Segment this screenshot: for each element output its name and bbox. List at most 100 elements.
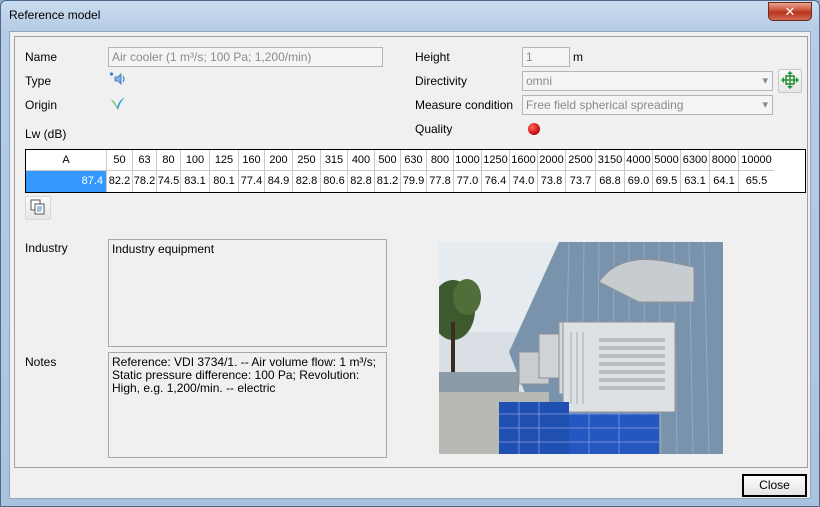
quality-indicator	[528, 123, 540, 135]
spectrum-header-cell: 1000	[454, 150, 481, 171]
copy-icon	[30, 199, 46, 218]
spectrum-column-1250: 1250 76.4	[482, 150, 510, 192]
spectrum-header-cell: 50	[107, 150, 132, 171]
spectrum-value-cell[interactable]: 77.0	[454, 171, 481, 192]
quality-label: Quality	[415, 122, 453, 136]
spectrum-column-5000: 5000 69.5	[653, 150, 681, 192]
copy-button[interactable]	[25, 196, 51, 220]
spectrum-value-cell[interactable]: 65.5	[739, 171, 774, 192]
spectrum-header-cell: 1600	[510, 150, 537, 171]
spectrum-header-cell: 100	[181, 150, 209, 171]
move-arrows-icon	[781, 70, 799, 92]
close-button[interactable]: Close	[742, 474, 807, 497]
spectrum-column-800: 800 77.8	[427, 150, 454, 192]
spectrum-header-cell: 800	[427, 150, 453, 171]
spectrum-value-cell[interactable]: 73.8	[538, 171, 565, 192]
spectrum-header-cell: 250	[293, 150, 320, 171]
window-title: Reference model	[9, 8, 101, 22]
spectrum-column-1000: 1000 77.0	[454, 150, 482, 192]
industry-label: Industry	[25, 241, 68, 255]
spectrum-value-cell[interactable]: 79.9	[401, 171, 426, 192]
spectrum-header-cell: 10000	[739, 150, 774, 171]
spectrum-header-cell: 2500	[566, 150, 595, 171]
notes-label: Notes	[25, 355, 57, 369]
spectrum-value-cell[interactable]: 77.8	[427, 171, 453, 192]
spectrum-value-cell[interactable]: 87.4	[26, 171, 106, 192]
spectrum-header-cell: 160	[239, 150, 264, 171]
spectrum-column-80: 80 74.5	[157, 150, 181, 192]
spectrum-table[interactable]: A 87.4 50 82.2 63 78.2 80 74.5 100 83.1 125 80.1 160…	[25, 149, 806, 193]
spectrum-value-cell[interactable]: 64.1	[710, 171, 738, 192]
spectrum-header-cell: 4000	[625, 150, 652, 171]
spectrum-header-cell: 80	[157, 150, 180, 171]
spectrum-value-cell[interactable]: 74.5	[157, 171, 180, 192]
spectrum-column-3150: 3150 68.8	[596, 150, 625, 192]
dialog-client-area: Name Air cooler (1 m³/s; 100 Pa; 1,200/m…	[9, 31, 811, 499]
speaker-icon	[109, 71, 127, 87]
checkmark-icon	[110, 95, 126, 111]
spectrum-value-cell[interactable]: 74.0	[510, 171, 537, 192]
spectrum-value-cell[interactable]: 81.2	[375, 171, 400, 192]
spectrum-value-cell[interactable]: 84.9	[265, 171, 292, 192]
spectrum-value-cell[interactable]: 68.8	[596, 171, 624, 192]
name-field[interactable]: Air cooler (1 m³/s; 100 Pa; 1,200/min)	[108, 47, 383, 67]
type-label: Type	[25, 74, 52, 88]
spectrum-column-500: 500 81.2	[375, 150, 401, 192]
spectrum-value-cell[interactable]: 69.0	[625, 171, 652, 192]
spectrum-header-cell: 400	[348, 150, 374, 171]
spectrum-column-50: 50 82.2	[107, 150, 133, 192]
spectrum-value-cell[interactable]: 76.4	[482, 171, 509, 192]
spectrum-value-cell[interactable]: 83.1	[181, 171, 209, 192]
notes-textarea[interactable]: Reference: VDI 3734/1. -- Air volume flo…	[108, 352, 387, 458]
spectrum-value-cell[interactable]: 69.5	[653, 171, 680, 192]
name-label: Name	[25, 50, 58, 64]
spectrum-header-cell: 8000	[710, 150, 738, 171]
spectrum-header-cell: 315	[321, 150, 347, 171]
spectrum-header-cell: 6300	[681, 150, 709, 171]
spectrum-value-cell[interactable]: 63.1	[681, 171, 709, 192]
spectrum-header-cell: 3150	[596, 150, 624, 171]
spectrum-header-cell: 125	[210, 150, 238, 171]
spectrum-value-cell[interactable]: 82.8	[293, 171, 320, 192]
title-bar[interactable]: Reference model ✕	[1, 1, 819, 29]
spectrum-column-315: 315 80.6	[321, 150, 348, 192]
spectrum-column-125: 125 80.1	[210, 150, 239, 192]
reference-model-window: Reference model ✕ Name Air cooler (1 m³/…	[0, 0, 820, 507]
directivity-label: Directivity	[415, 74, 468, 88]
spectrum-header-cell: 1250	[482, 150, 509, 171]
measure-condition-select[interactable]: Free field spherical spreading	[522, 95, 773, 115]
spectrum-value-cell[interactable]: 82.8	[348, 171, 374, 192]
spectrum-header-cell: A	[26, 150, 106, 171]
spectrum-column-1600: 1600 74.0	[510, 150, 538, 192]
spectrum-value-cell[interactable]: 78.2	[133, 171, 156, 192]
spectrum-column-2500: 2500 73.7	[566, 150, 596, 192]
spectrum-header-cell: 5000	[653, 150, 680, 171]
directivity-select[interactable]: omni	[522, 71, 773, 91]
spectrum-value-cell[interactable]: 73.7	[566, 171, 595, 192]
spectrum-column-250: 250 82.8	[293, 150, 321, 192]
spectrum-column-8000: 8000 64.1	[710, 150, 739, 192]
spectrum-column-63: 63 78.2	[133, 150, 157, 192]
directivity-edit-button[interactable]	[778, 69, 802, 93]
spectrum-header-cell: 200	[265, 150, 292, 171]
spectrum-value-cell[interactable]: 77.4	[239, 171, 264, 192]
window-close-button[interactable]: ✕	[768, 2, 812, 21]
spectrum-header-cell: 2000	[538, 150, 565, 171]
spectrum-column-630: 630 79.9	[401, 150, 427, 192]
height-label: Height	[415, 50, 450, 64]
industry-textarea[interactable]: Industry equipment	[108, 239, 387, 347]
spectrum-header-cell: 500	[375, 150, 400, 171]
spectrum-value-cell[interactable]: 80.6	[321, 171, 347, 192]
spectrum-value-cell[interactable]: 82.2	[107, 171, 132, 192]
lw-label: Lw (dB)	[25, 127, 67, 141]
main-panel: Name Air cooler (1 m³/s; 100 Pa; 1,200/m…	[14, 36, 808, 468]
spectrum-column-400: 400 82.8	[348, 150, 375, 192]
spectrum-header-cell: 63	[133, 150, 156, 171]
spectrum-column-4000: 4000 69.0	[625, 150, 653, 192]
spectrum-column-a: A 87.4	[26, 150, 107, 192]
spectrum-value-cell[interactable]: 80.1	[210, 171, 238, 192]
height-field[interactable]: 1	[522, 47, 570, 67]
measure-condition-label: Measure condition	[415, 98, 514, 112]
spectrum-column-100: 100 83.1	[181, 150, 210, 192]
origin-label: Origin	[25, 98, 58, 112]
